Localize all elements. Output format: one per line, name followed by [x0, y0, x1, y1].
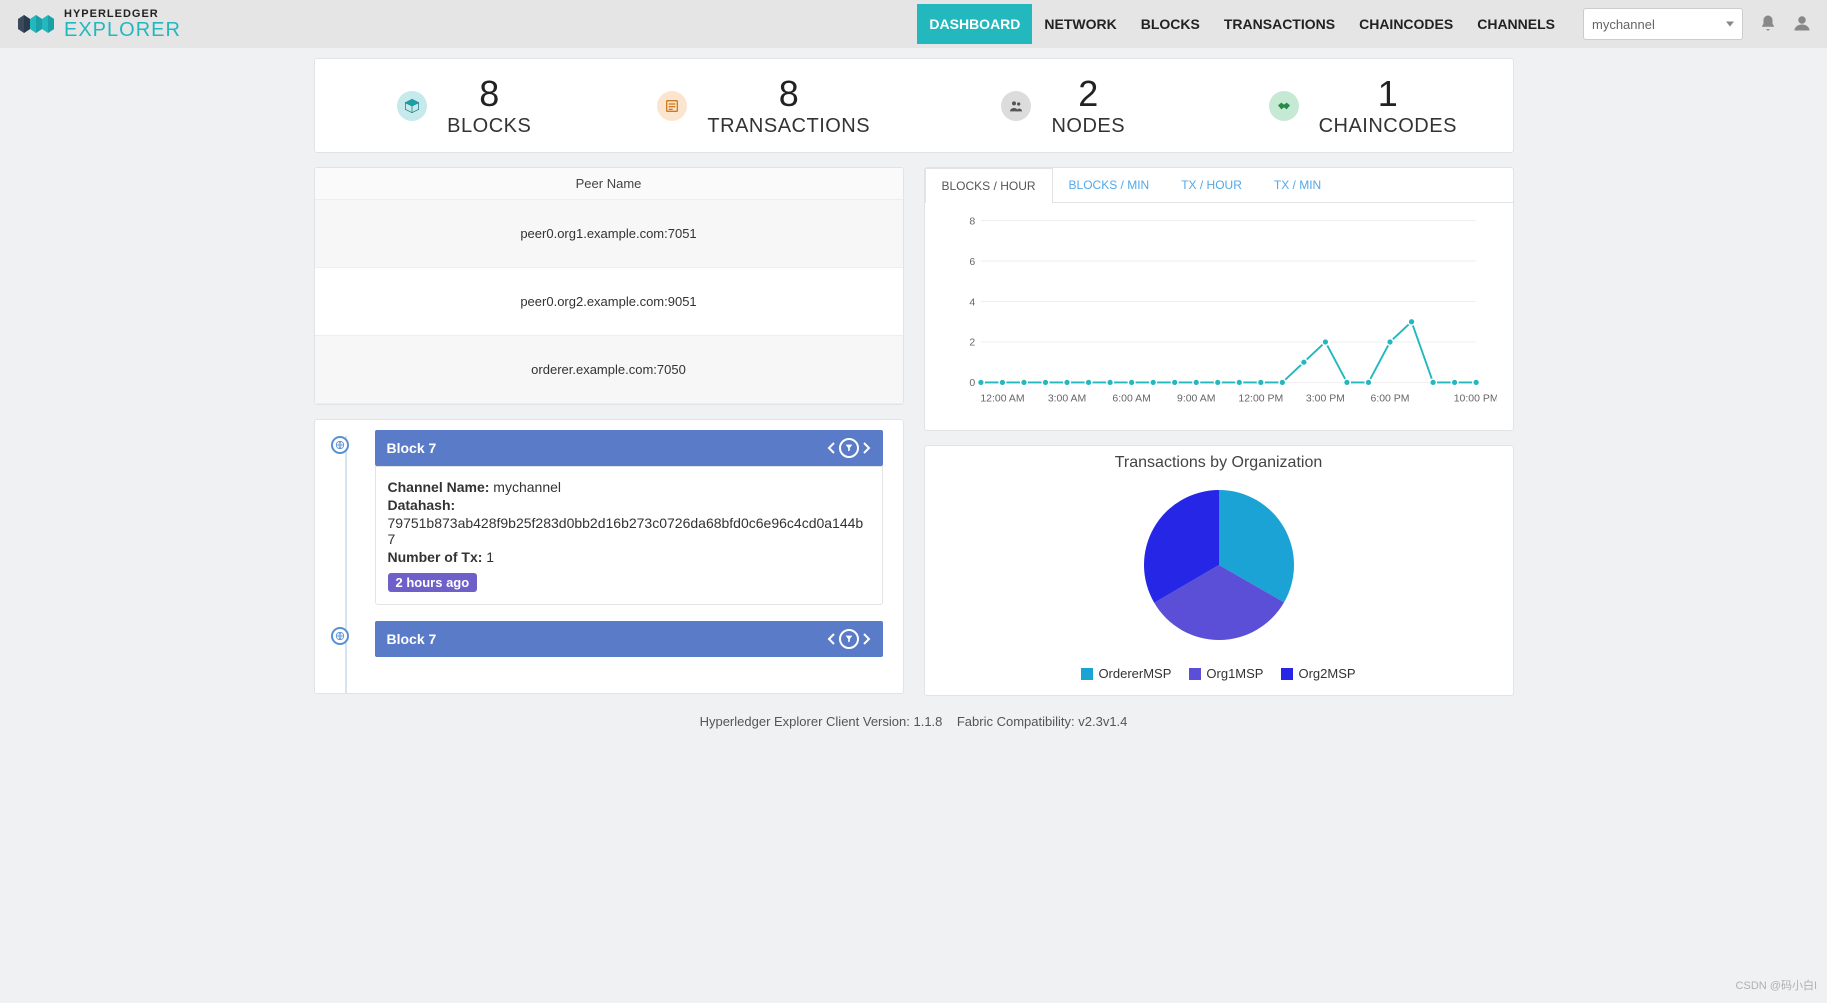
- nav-network[interactable]: NETWORK: [1032, 4, 1128, 44]
- svg-text:8: 8: [969, 216, 975, 227]
- pie-panel: Transactions by Organization OrdererMSPO…: [924, 445, 1514, 696]
- peer-list-panel: Peer Name peer0.org1.example.com:7051pee…: [314, 167, 904, 405]
- pie-title: Transactions by Organization: [925, 446, 1513, 476]
- svg-text:9:00 AM: 9:00 AM: [1177, 393, 1215, 404]
- list-icon: [657, 91, 687, 121]
- block-card: Channel Name: mychannelDatahash:79751b87…: [375, 466, 883, 605]
- tab-tx-min[interactable]: TX / MIN: [1258, 168, 1337, 202]
- chevron-left-icon[interactable]: [827, 633, 837, 645]
- legend-item[interactable]: Org2MSP: [1281, 666, 1355, 681]
- globe-icon: [331, 436, 349, 454]
- users-icon: [1001, 91, 1031, 121]
- svg-text:3:00 PM: 3:00 PM: [1305, 393, 1344, 404]
- block-title: Block 7: [387, 631, 437, 647]
- chart-tabs: BLOCKS / HOUR BLOCKS / MIN TX / HOUR TX …: [925, 168, 1513, 203]
- nav-chaincodes[interactable]: CHAINCODES: [1347, 4, 1465, 44]
- timeline-item: Block 7: [335, 621, 883, 657]
- svg-text:2: 2: [969, 338, 975, 349]
- svg-text:4: 4: [969, 297, 975, 308]
- stat-chaincodes-value: 1: [1319, 73, 1457, 115]
- stats-card: 8 BLOCKS 8 TRANSACTIONS 2 NODES: [314, 58, 1514, 153]
- timeline-item: Block 7 Channel Name: mychannelDatahash:7…: [335, 430, 883, 605]
- footer-fabric-label: Fabric Compatibility:: [957, 714, 1075, 729]
- legend-label: Org1MSP: [1206, 666, 1263, 681]
- legend-label: Org2MSP: [1298, 666, 1355, 681]
- stat-nodes-value: 2: [1051, 73, 1125, 115]
- peer-row[interactable]: peer0.org2.example.com:9051: [315, 268, 903, 336]
- bell-icon[interactable]: [1759, 14, 1777, 35]
- nav-transactions[interactable]: TRANSACTIONS: [1212, 4, 1347, 44]
- logo-icon: [16, 9, 56, 39]
- stat-blocks-value: 8: [447, 73, 531, 115]
- nav-blocks[interactable]: BLOCKS: [1129, 4, 1212, 44]
- channel-select-value: mychannel: [1592, 17, 1655, 32]
- legend-item[interactable]: OrdererMSP: [1081, 666, 1171, 681]
- peer-row[interactable]: peer0.org1.example.com:7051: [315, 200, 903, 268]
- stat-chaincodes-label: CHAINCODES: [1319, 115, 1457, 138]
- time-badge: 2 hours ago: [388, 573, 478, 592]
- svg-text:6: 6: [969, 257, 975, 268]
- logo-text: HYPERLEDGER EXPLORER: [64, 9, 181, 40]
- block-header[interactable]: Block 7: [375, 430, 883, 466]
- svg-text:6:00 PM: 6:00 PM: [1370, 393, 1409, 404]
- pie-legend: OrdererMSP Org1MSP Org2MSP: [925, 658, 1513, 695]
- filter-icon[interactable]: [839, 629, 859, 649]
- stat-nodes-label: NODES: [1051, 115, 1125, 138]
- legend-swatch: [1281, 668, 1293, 680]
- header: HYPERLEDGER EXPLORER DASHBOARD NETWORK B…: [0, 0, 1827, 48]
- nav-dashboard[interactable]: DASHBOARD: [917, 4, 1032, 44]
- nav-channels[interactable]: CHANNELS: [1465, 4, 1567, 44]
- tab-blocks-min[interactable]: BLOCKS / MIN: [1053, 168, 1166, 202]
- legend-swatch: [1081, 668, 1093, 680]
- footer-fabric-version: v2.3v1.4: [1078, 714, 1127, 729]
- channel-select[interactable]: mychannel: [1583, 8, 1743, 40]
- svg-text:6:00 AM: 6:00 AM: [1112, 393, 1150, 404]
- footer-client-version: 1.1.8: [913, 714, 942, 729]
- chevron-right-icon[interactable]: [861, 633, 871, 645]
- block-title: Block 7: [387, 440, 437, 456]
- svg-text:0: 0: [969, 378, 975, 389]
- brand-line1: HYPERLEDGER: [64, 9, 181, 20]
- legend-item[interactable]: Org1MSP: [1189, 666, 1263, 681]
- chevron-left-icon[interactable]: [827, 442, 837, 454]
- blocks-timeline-panel: Block 7 Channel Name: mychannelDatahash:7…: [314, 419, 904, 694]
- tab-tx-hour[interactable]: TX / HOUR: [1165, 168, 1258, 202]
- stat-blocks-label: BLOCKS: [447, 115, 531, 138]
- legend-label: OrdererMSP: [1098, 666, 1171, 681]
- svg-text:3:00 AM: 3:00 AM: [1047, 393, 1085, 404]
- peer-list-header: Peer Name: [315, 168, 903, 200]
- brand-line2: EXPLORER: [64, 20, 181, 40]
- svg-text:12:00 PM: 12:00 PM: [1238, 393, 1283, 404]
- tab-blocks-hour[interactable]: BLOCKS / HOUR: [925, 168, 1053, 203]
- handshake-icon: [1269, 91, 1299, 121]
- stat-chaincodes: 1 CHAINCODES: [1213, 73, 1513, 138]
- filter-icon[interactable]: [839, 438, 859, 458]
- watermark: CSDN @码小白I: [1736, 977, 1817, 993]
- peer-row[interactable]: orderer.example.com:7050: [315, 336, 903, 404]
- blocks-per-hour-chart: 0 2 4 6 8 12:00 AM 3:00 AM 6:00 AM 9:00 AM 12:00 …: [941, 211, 1497, 411]
- stat-txs-value: 8: [707, 73, 870, 115]
- chart-panel: BLOCKS / HOUR BLOCKS / MIN TX / HOUR TX …: [924, 167, 1514, 431]
- user-icon[interactable]: [1793, 14, 1811, 35]
- tx-by-org-pie: [1134, 480, 1304, 650]
- footer-client-label: Hyperledger Explorer Client Version:: [700, 714, 910, 729]
- stat-transactions: 8 TRANSACTIONS: [614, 73, 914, 138]
- header-icons: [1759, 14, 1811, 35]
- legend-swatch: [1189, 668, 1201, 680]
- stat-txs-label: TRANSACTIONS: [707, 115, 870, 138]
- logo[interactable]: HYPERLEDGER EXPLORER: [16, 9, 181, 40]
- main-nav: DASHBOARD NETWORK BLOCKS TRANSACTIONS CH…: [917, 4, 1567, 44]
- cube-icon: [397, 91, 427, 121]
- block-header[interactable]: Block 7: [375, 621, 883, 657]
- chevron-right-icon[interactable]: [861, 442, 871, 454]
- stat-blocks: 8 BLOCKS: [315, 73, 615, 138]
- stat-nodes: 2 NODES: [914, 73, 1214, 138]
- svg-text:12:00 AM: 12:00 AM: [980, 393, 1024, 404]
- svg-text:10:00 PM: 10:00 PM: [1453, 393, 1496, 404]
- footer: Hyperledger Explorer Client Version: 1.1…: [0, 706, 1827, 737]
- globe-icon: [331, 627, 349, 645]
